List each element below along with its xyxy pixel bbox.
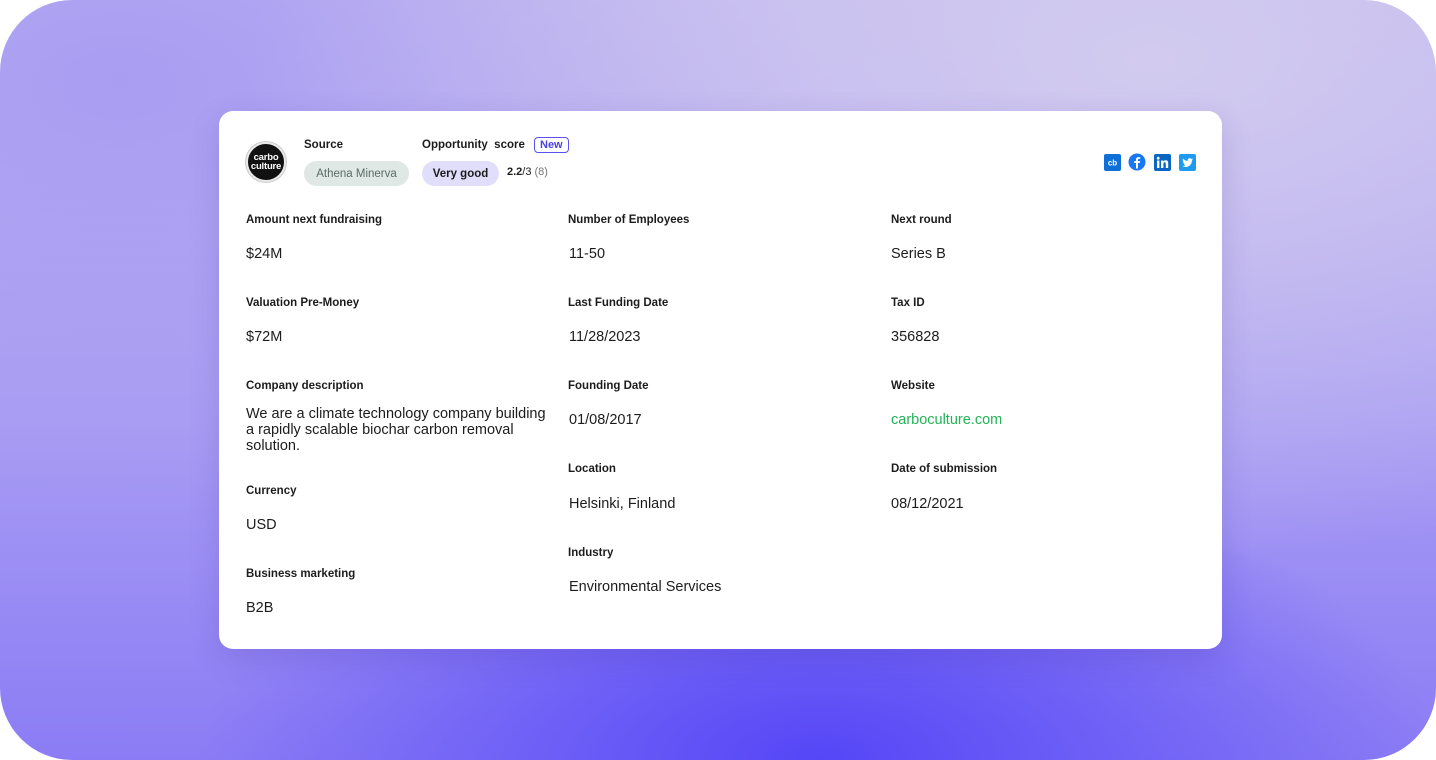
date-of-submission-value: 08/12/2021	[891, 496, 964, 512]
next-round-value: Series B	[891, 246, 946, 262]
currency-label: Currency	[246, 485, 297, 497]
company-description-value: We are a climate technology company buil…	[246, 406, 546, 454]
industry-label: Industry	[568, 547, 614, 559]
currency-value: USD	[246, 517, 277, 533]
facebook-icon[interactable]	[1128, 153, 1146, 171]
business-marketing-label: Business marketing	[246, 568, 356, 580]
tax-id-label: Tax ID	[891, 297, 925, 309]
score-value: 2.2/3 (8)	[507, 166, 548, 178]
valuation-pre-money-value: $72M	[246, 329, 283, 345]
linkedin-icon[interactable]	[1153, 153, 1171, 171]
source-badge: Athena Minerva	[304, 161, 409, 186]
date-of-submission-label: Date of submission	[891, 463, 998, 475]
last-funding-date-label: Last Funding Date	[568, 297, 669, 309]
score-number: 2.2	[507, 166, 523, 178]
website-label: Website	[891, 380, 935, 392]
number-of-employees-value: 11-50	[569, 246, 606, 262]
source-label: Source	[304, 139, 343, 151]
amount-next-fundraising-label: Amount next fundraising	[246, 214, 383, 226]
company-card: carbo culture Source Athena Minerva Oppo…	[219, 111, 1222, 649]
location-value: Helsinki, Finland	[569, 496, 676, 512]
founding-date-label: Founding Date	[568, 380, 649, 392]
website-link[interactable]: carboculture.com	[891, 412, 1002, 428]
location-label: Location	[568, 463, 616, 475]
business-marketing-value: B2B	[246, 600, 274, 616]
next-round-label: Next round	[891, 214, 952, 226]
last-funding-date-value: 11/28/2023	[569, 329, 641, 345]
tax-id-value: 356828	[891, 329, 940, 345]
valuation-pre-money-label: Valuation Pre-Money	[246, 297, 360, 309]
social-links: cb	[1103, 153, 1196, 171]
logo-text-line2: culture	[250, 161, 282, 172]
background-frame: carbo culture Source Athena Minerva Oppo…	[0, 0, 1436, 760]
company-logo: carbo culture	[246, 142, 286, 182]
industry-value: Environmental Services	[569, 579, 722, 595]
amount-next-fundraising-value: $24M	[246, 246, 283, 262]
crunchbase-icon-text: cb	[1107, 158, 1116, 167]
twitter-icon[interactable]	[1178, 153, 1196, 171]
score-max: /3	[522, 166, 532, 178]
number-of-employees-label: Number of Employees	[568, 214, 690, 226]
score-count: (8)	[534, 166, 548, 178]
company-description-label: Company description	[246, 380, 364, 392]
opportunity-score-label: Opportunity score	[422, 139, 525, 151]
score-rating-badge: Very good	[422, 161, 499, 186]
crunchbase-icon[interactable]: cb	[1103, 153, 1121, 171]
founding-date-value: 01/08/2017	[569, 412, 642, 428]
new-badge: New	[534, 137, 569, 153]
